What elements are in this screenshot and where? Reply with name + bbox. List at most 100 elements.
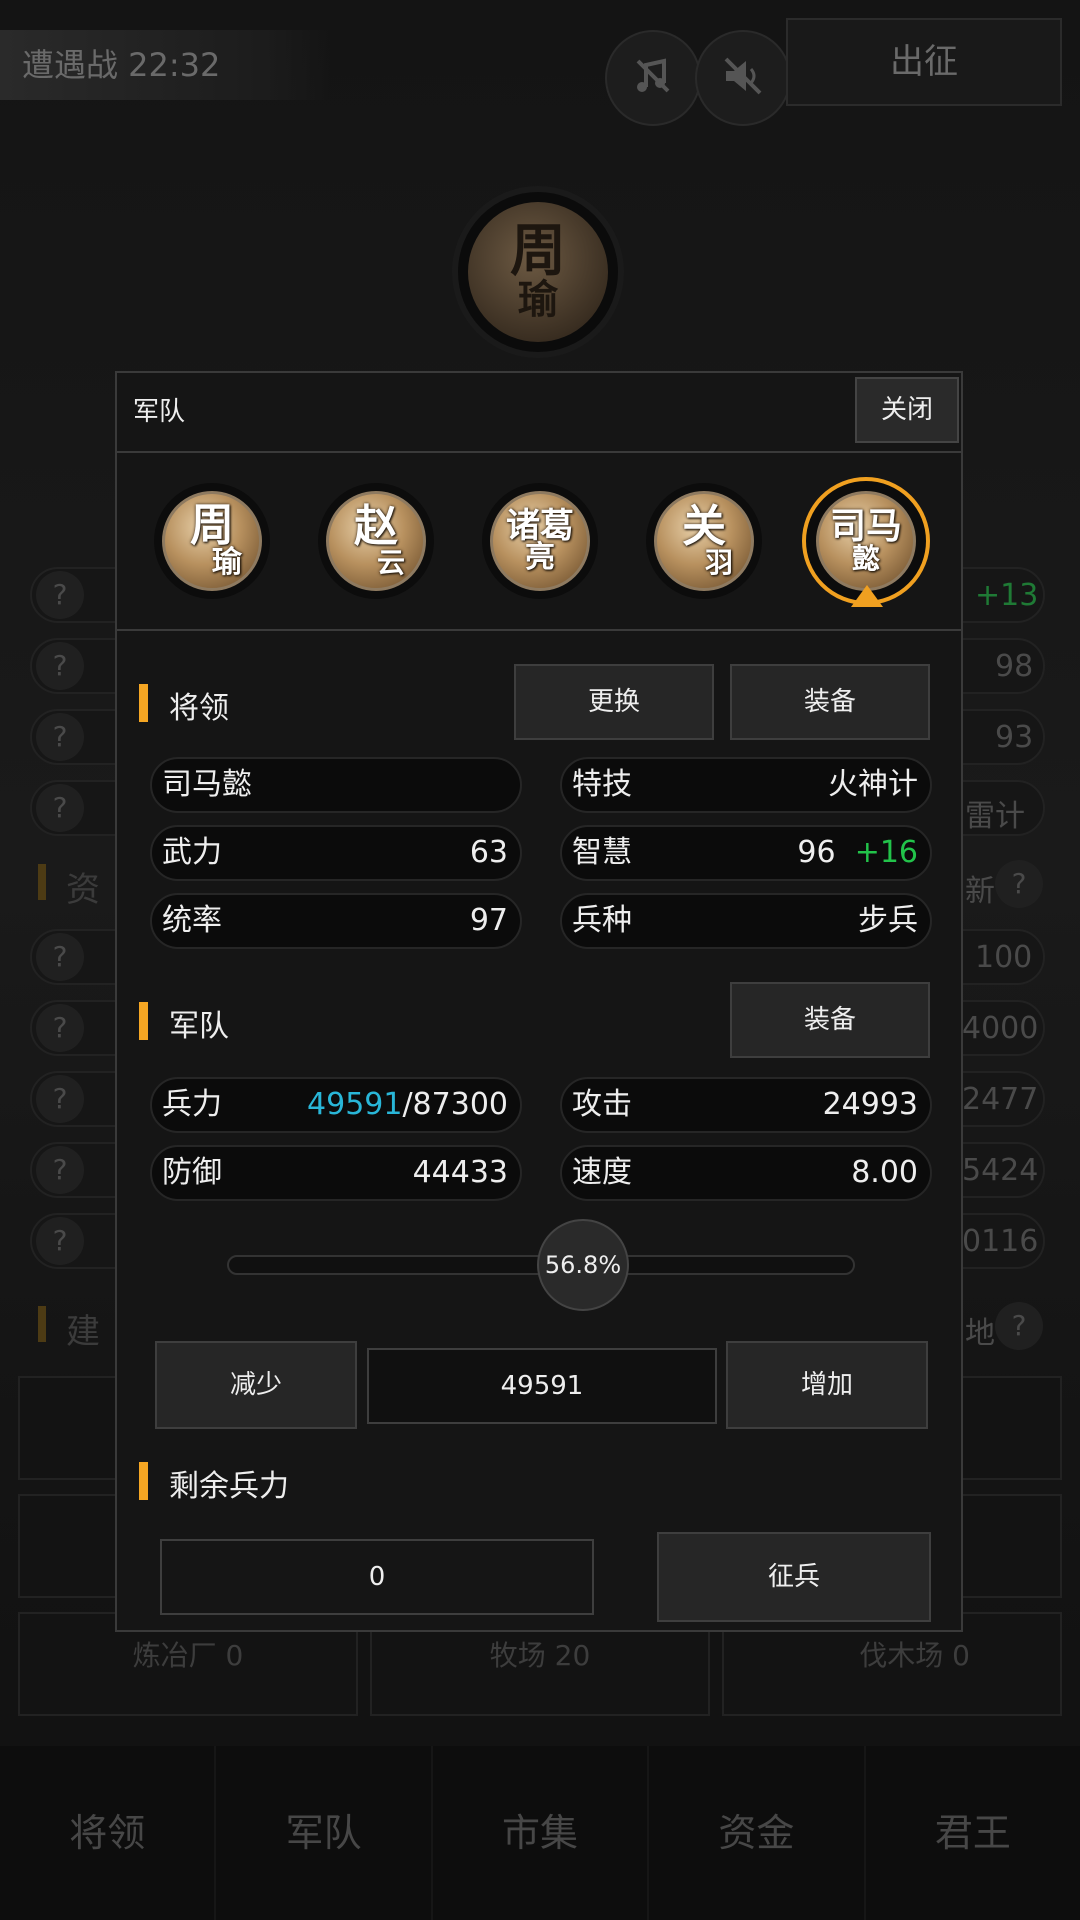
portrait-text: 周: [190, 500, 234, 551]
close-button[interactable]: 关闭: [855, 377, 959, 443]
decrease-button[interactable]: 减少: [155, 1341, 357, 1429]
help-icon[interactable]: ?: [995, 1302, 1043, 1350]
help-icon[interactable]: ?: [36, 571, 84, 619]
wisdom-field: 智慧 96 +16: [560, 825, 932, 881]
troops-value-group: 49591/87300: [307, 1079, 508, 1131]
top-bar: 遭遇战 22:32 出征: [0, 0, 1080, 126]
bottom-navigation: 将领 军队 市集 资金 君王: [0, 1746, 1080, 1920]
bg-value: 98: [995, 649, 1034, 684]
section-accent-bar: [139, 1002, 148, 1040]
selected-indicator-icon: [851, 585, 883, 607]
portrait-text: 亮: [525, 540, 555, 575]
troops-max: /87300: [402, 1087, 508, 1122]
bg-value: 0116: [962, 1224, 1039, 1259]
sound-toggle-button[interactable]: [695, 30, 791, 126]
nav-army[interactable]: 军队: [216, 1746, 433, 1920]
nav-funds[interactable]: 资金: [649, 1746, 866, 1920]
portrait-text: 诸葛: [506, 506, 574, 546]
general-selector: 周瑜 赵云 诸葛亮 关羽 司马懿: [117, 453, 961, 631]
defense-value: 44433: [412, 1155, 508, 1190]
portrait-text: 懿: [851, 542, 880, 575]
music-off-icon: [628, 51, 678, 105]
bg-value: 新: [965, 874, 995, 909]
help-icon[interactable]: ?: [36, 1146, 84, 1194]
help-icon[interactable]: ?: [995, 860, 1043, 908]
army-section-title: 军队: [169, 1009, 229, 1044]
help-icon[interactable]: ?: [36, 784, 84, 832]
wisdom-value: 96: [797, 835, 836, 870]
replace-general-button[interactable]: 更换: [514, 664, 714, 740]
help-icon[interactable]: ?: [36, 642, 84, 690]
force-value: 63: [469, 835, 508, 870]
portrait-text: 关: [682, 501, 726, 552]
bg-value: 2477: [962, 1082, 1039, 1117]
attack-key: 攻击: [572, 1087, 632, 1122]
dialog-header: 军队 关闭: [117, 373, 961, 453]
portrait-text: 云: [376, 546, 405, 579]
skill-key: 特技: [572, 767, 632, 802]
skill-field: 特技 火神计: [560, 757, 932, 813]
speed-field: 速度 8.00: [560, 1145, 932, 1201]
wisdom-bonus: +16: [854, 835, 918, 870]
nav-market[interactable]: 市集: [433, 1746, 650, 1920]
defense-key: 防御: [162, 1155, 222, 1190]
bg-value: 5424: [962, 1153, 1039, 1188]
nav-king[interactable]: 君王: [866, 1746, 1080, 1920]
troop-slider-knob[interactable]: 56.8%: [537, 1219, 629, 1311]
troops-current: 49591: [307, 1087, 403, 1122]
troop-type-key: 兵种: [572, 903, 632, 938]
troop-type-field: 兵种 步兵: [560, 893, 932, 949]
bg-section-title: 建: [66, 1312, 100, 1352]
portrait-text: 赵: [354, 501, 398, 552]
bg-section-title: 资: [66, 870, 100, 910]
nav-generals[interactable]: 将领: [0, 1746, 217, 1920]
troop-type-value: 步兵: [858, 903, 918, 938]
bg-value: 93: [995, 720, 1034, 755]
skill-value: 火神计: [828, 767, 918, 802]
general-portrait-guanyu[interactable]: 关羽: [646, 483, 762, 599]
speed-key: 速度: [572, 1155, 632, 1190]
help-icon[interactable]: ?: [36, 713, 84, 761]
bg-value: 100: [975, 940, 1033, 975]
avatar-text-1: 周: [510, 219, 566, 284]
recruit-button[interactable]: 征兵: [657, 1532, 931, 1622]
general-section-title: 将领: [169, 691, 229, 726]
sound-off-icon: [718, 51, 768, 105]
avatar-text-2: 瑜: [518, 277, 558, 323]
wisdom-key: 智慧: [572, 835, 632, 870]
wisdom-value-group: 96 +16: [797, 827, 918, 879]
general-name-field: 司马懿: [150, 757, 522, 813]
increase-button[interactable]: 增加: [726, 1341, 928, 1429]
help-icon[interactable]: ?: [36, 933, 84, 981]
portrait-text: 羽: [704, 546, 733, 579]
remaining-troops-value: 0: [160, 1539, 594, 1615]
help-icon[interactable]: ?: [36, 1217, 84, 1265]
help-icon[interactable]: ?: [36, 1004, 84, 1052]
music-toggle-button[interactable]: [605, 30, 701, 126]
march-button[interactable]: 出征: [786, 18, 1062, 106]
attack-value: 24993: [822, 1087, 918, 1122]
current-general-avatar: 周 瑜: [452, 186, 624, 358]
army-dialog: 军队 关闭 周瑜 赵云 诸葛亮 关羽 司马懿 将领 更换 装备 司马懿 特技 火…: [115, 371, 963, 1632]
command-key: 统率: [162, 903, 222, 938]
dialog-title: 军队: [133, 397, 186, 427]
general-portrait-zhugeliang[interactable]: 诸葛亮: [482, 483, 598, 599]
force-key: 武力: [162, 835, 222, 870]
general-portrait-zhouyu[interactable]: 周瑜: [154, 483, 270, 599]
troop-amount-input[interactable]: 49591: [367, 1348, 717, 1424]
command-field: 统率 97: [150, 893, 522, 949]
section-accent-bar: [139, 1462, 148, 1500]
equip-general-button[interactable]: 装备: [730, 664, 930, 740]
equip-army-button[interactable]: 装备: [730, 982, 930, 1058]
bg-section-bar: [38, 864, 46, 900]
bg-value: 4000: [962, 1011, 1039, 1046]
section-accent-bar: [139, 684, 148, 722]
portrait-text: 瑜: [212, 545, 242, 580]
bg-section-bar: [38, 1306, 46, 1342]
remaining-section-title: 剩余兵力: [169, 1469, 289, 1504]
bg-value: 地: [965, 1316, 995, 1351]
help-icon[interactable]: ?: [36, 1075, 84, 1123]
troops-field: 兵力 49591/87300: [150, 1077, 522, 1133]
bg-value: +13: [975, 578, 1039, 613]
general-portrait-zhaoyun[interactable]: 赵云: [318, 483, 434, 599]
